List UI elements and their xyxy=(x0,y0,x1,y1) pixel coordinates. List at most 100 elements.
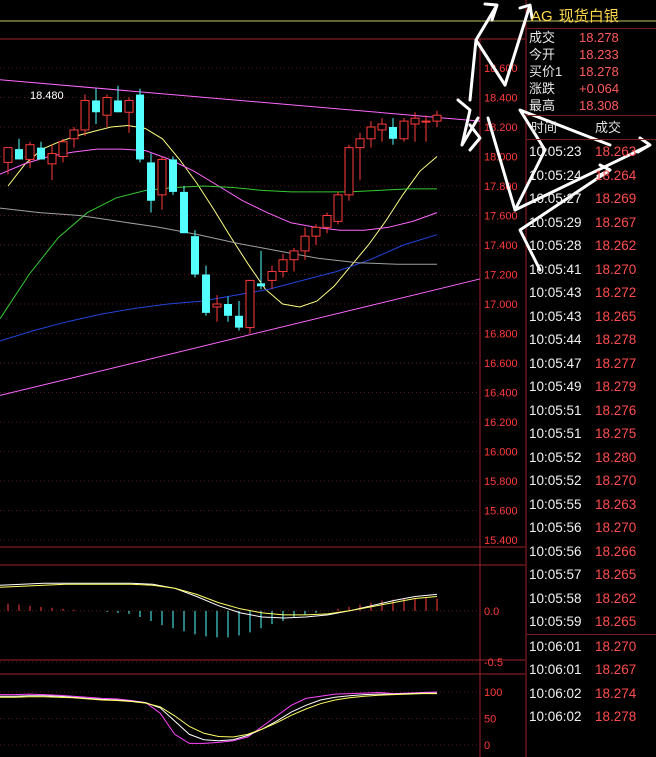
tick-row: 10:05:52 18.270 xyxy=(527,469,656,493)
symbol-header: AG 现货白银 xyxy=(527,0,656,29)
candle-body xyxy=(169,159,177,192)
candle-body xyxy=(355,138,365,149)
quote-panel: 成交 18.278 今开 18.233 买价1 18.278 涨跌 +0.064 最高 1… xyxy=(527,29,656,116)
candle-body xyxy=(389,127,397,139)
tick-time: 10:05:29 xyxy=(529,214,582,230)
symbol-title: AG 现货白银 xyxy=(531,5,619,26)
tick-time: 10:05:43 xyxy=(529,308,582,324)
tick-price: 18.278 xyxy=(595,709,637,724)
kdj-tick-label: 50 xyxy=(484,714,496,726)
macd-tick-label: 0.0 xyxy=(484,606,499,618)
moving-average-line xyxy=(0,234,438,342)
candle-body xyxy=(224,304,232,316)
tick-price: 18.275 xyxy=(595,426,637,441)
tick-price: 18.270 xyxy=(595,261,637,277)
tick-row: 10:05:27 18.269 xyxy=(527,187,656,211)
tick-time: 10:06:02 xyxy=(529,709,582,724)
tick-time: 10:05:28 xyxy=(529,238,582,253)
candle-body xyxy=(366,126,376,140)
tick-price: 18.265 xyxy=(595,567,637,582)
quote-row: 最高 18.308 xyxy=(527,97,656,114)
candle-body xyxy=(114,100,122,113)
tick-time: 10:05:51 xyxy=(529,426,582,441)
quote-value: 18.278 xyxy=(579,30,619,45)
tick-row: 10:05:59 18.265 xyxy=(527,610,656,634)
candle-body xyxy=(212,303,222,308)
price-tick-label: 16.600 xyxy=(484,358,518,370)
quote-label: 最高 xyxy=(529,98,556,113)
candle-body xyxy=(124,99,134,113)
tick-price: 18.279 xyxy=(595,379,637,394)
tick-price: 18.278 xyxy=(595,332,637,347)
quote-value: +0.064 xyxy=(579,81,620,96)
tick-row: 10:06:02 18.278 xyxy=(527,705,656,729)
tick-rows: 10:05:23 18.263 10:05:24 18.264 10:05:27 18.2… xyxy=(527,140,656,729)
price-tick-label: 16.400 xyxy=(484,388,518,400)
candle-body xyxy=(92,100,100,113)
candle-body xyxy=(432,114,442,122)
candle-body xyxy=(191,236,199,275)
tick-time: 10:05:52 xyxy=(529,449,582,465)
tick-row: 10:06:02 18.274 xyxy=(527,682,656,706)
annotation-arrow xyxy=(456,98,480,147)
tick-row: 10:05:49 18.279 xyxy=(527,375,656,399)
candle-body xyxy=(25,144,35,160)
tick-price: 18.262 xyxy=(595,590,637,606)
candle-body xyxy=(344,147,354,196)
tick-time: 10:06:01 xyxy=(529,638,582,654)
candle-body xyxy=(245,279,255,329)
tick-time: 10:05:27 xyxy=(529,191,582,206)
tick-price: 18.270 xyxy=(595,473,637,488)
tick-time: 10:06:01 xyxy=(529,662,582,677)
trendline xyxy=(0,278,481,396)
candle-body xyxy=(202,274,210,313)
tick-price: 18.267 xyxy=(595,662,637,677)
tick-row: 10:05:24 18.264 xyxy=(527,164,656,188)
tick-row: 10:05:51 18.276 xyxy=(527,399,656,423)
tick-time: 10:05:23 xyxy=(529,144,582,159)
tick-row: 10:05:56 18.270 xyxy=(527,516,656,540)
candle-body xyxy=(80,99,90,131)
tick-time: 10:05:59 xyxy=(529,614,582,629)
symbol-code: AG xyxy=(531,8,553,25)
tick-price: 18.265 xyxy=(595,308,637,324)
tick-time: 10:05:56 xyxy=(529,543,582,559)
quote-row: 涨跌 +0.064 xyxy=(527,80,656,97)
tick-price: 18.270 xyxy=(595,638,637,654)
quote-row: 成交 18.278 xyxy=(527,29,656,46)
candle-body xyxy=(37,147,45,160)
tick-row: 10:05:57 18.265 xyxy=(527,563,656,587)
price-tick-label: 17.000 xyxy=(484,299,518,311)
macd-tick-label: -0.5 xyxy=(484,657,503,669)
tick-price: 18.262 xyxy=(595,238,637,253)
tick-time: 10:05:41 xyxy=(529,261,582,277)
tick-list[interactable]: 时间 成交 10:05:23 18.263 10:05:24 18.264 10:05:… xyxy=(527,117,656,757)
tick-price: 18.269 xyxy=(595,191,637,206)
tick-row: 10:06:01 18.267 xyxy=(527,658,656,682)
price-tick-label: 15.600 xyxy=(484,506,518,518)
price-tick-label: 15.800 xyxy=(484,476,518,488)
tick-time: 10:05:44 xyxy=(529,332,582,347)
tick-price: 18.272 xyxy=(595,285,637,300)
candle-body xyxy=(377,123,387,131)
tick-row: 10:05:56 18.266 xyxy=(527,540,656,564)
candle-body xyxy=(311,226,321,237)
tick-time: 10:05:49 xyxy=(529,379,582,394)
tick-row: 10:05:58 18.262 xyxy=(527,587,656,611)
tick-price: 18.277 xyxy=(595,355,637,371)
moving-average-line xyxy=(7,124,438,308)
tick-time: 10:05:47 xyxy=(529,355,582,371)
candle-body xyxy=(69,129,79,140)
tick-time: 10:05:57 xyxy=(529,567,582,582)
candle-body xyxy=(235,315,243,328)
tick-row: 10:05:44 18.278 xyxy=(527,328,656,352)
candle-body xyxy=(15,149,23,160)
candle-body xyxy=(3,147,13,163)
tick-price: 18.276 xyxy=(595,402,637,418)
tick-price: 18.263 xyxy=(595,144,637,159)
tick-time: 10:05:58 xyxy=(529,590,582,606)
macd-line xyxy=(0,582,438,619)
kdj-tick-label: 100 xyxy=(484,687,502,699)
candle-body xyxy=(267,271,277,281)
tick-row: 10:05:55 18.263 xyxy=(527,493,656,517)
